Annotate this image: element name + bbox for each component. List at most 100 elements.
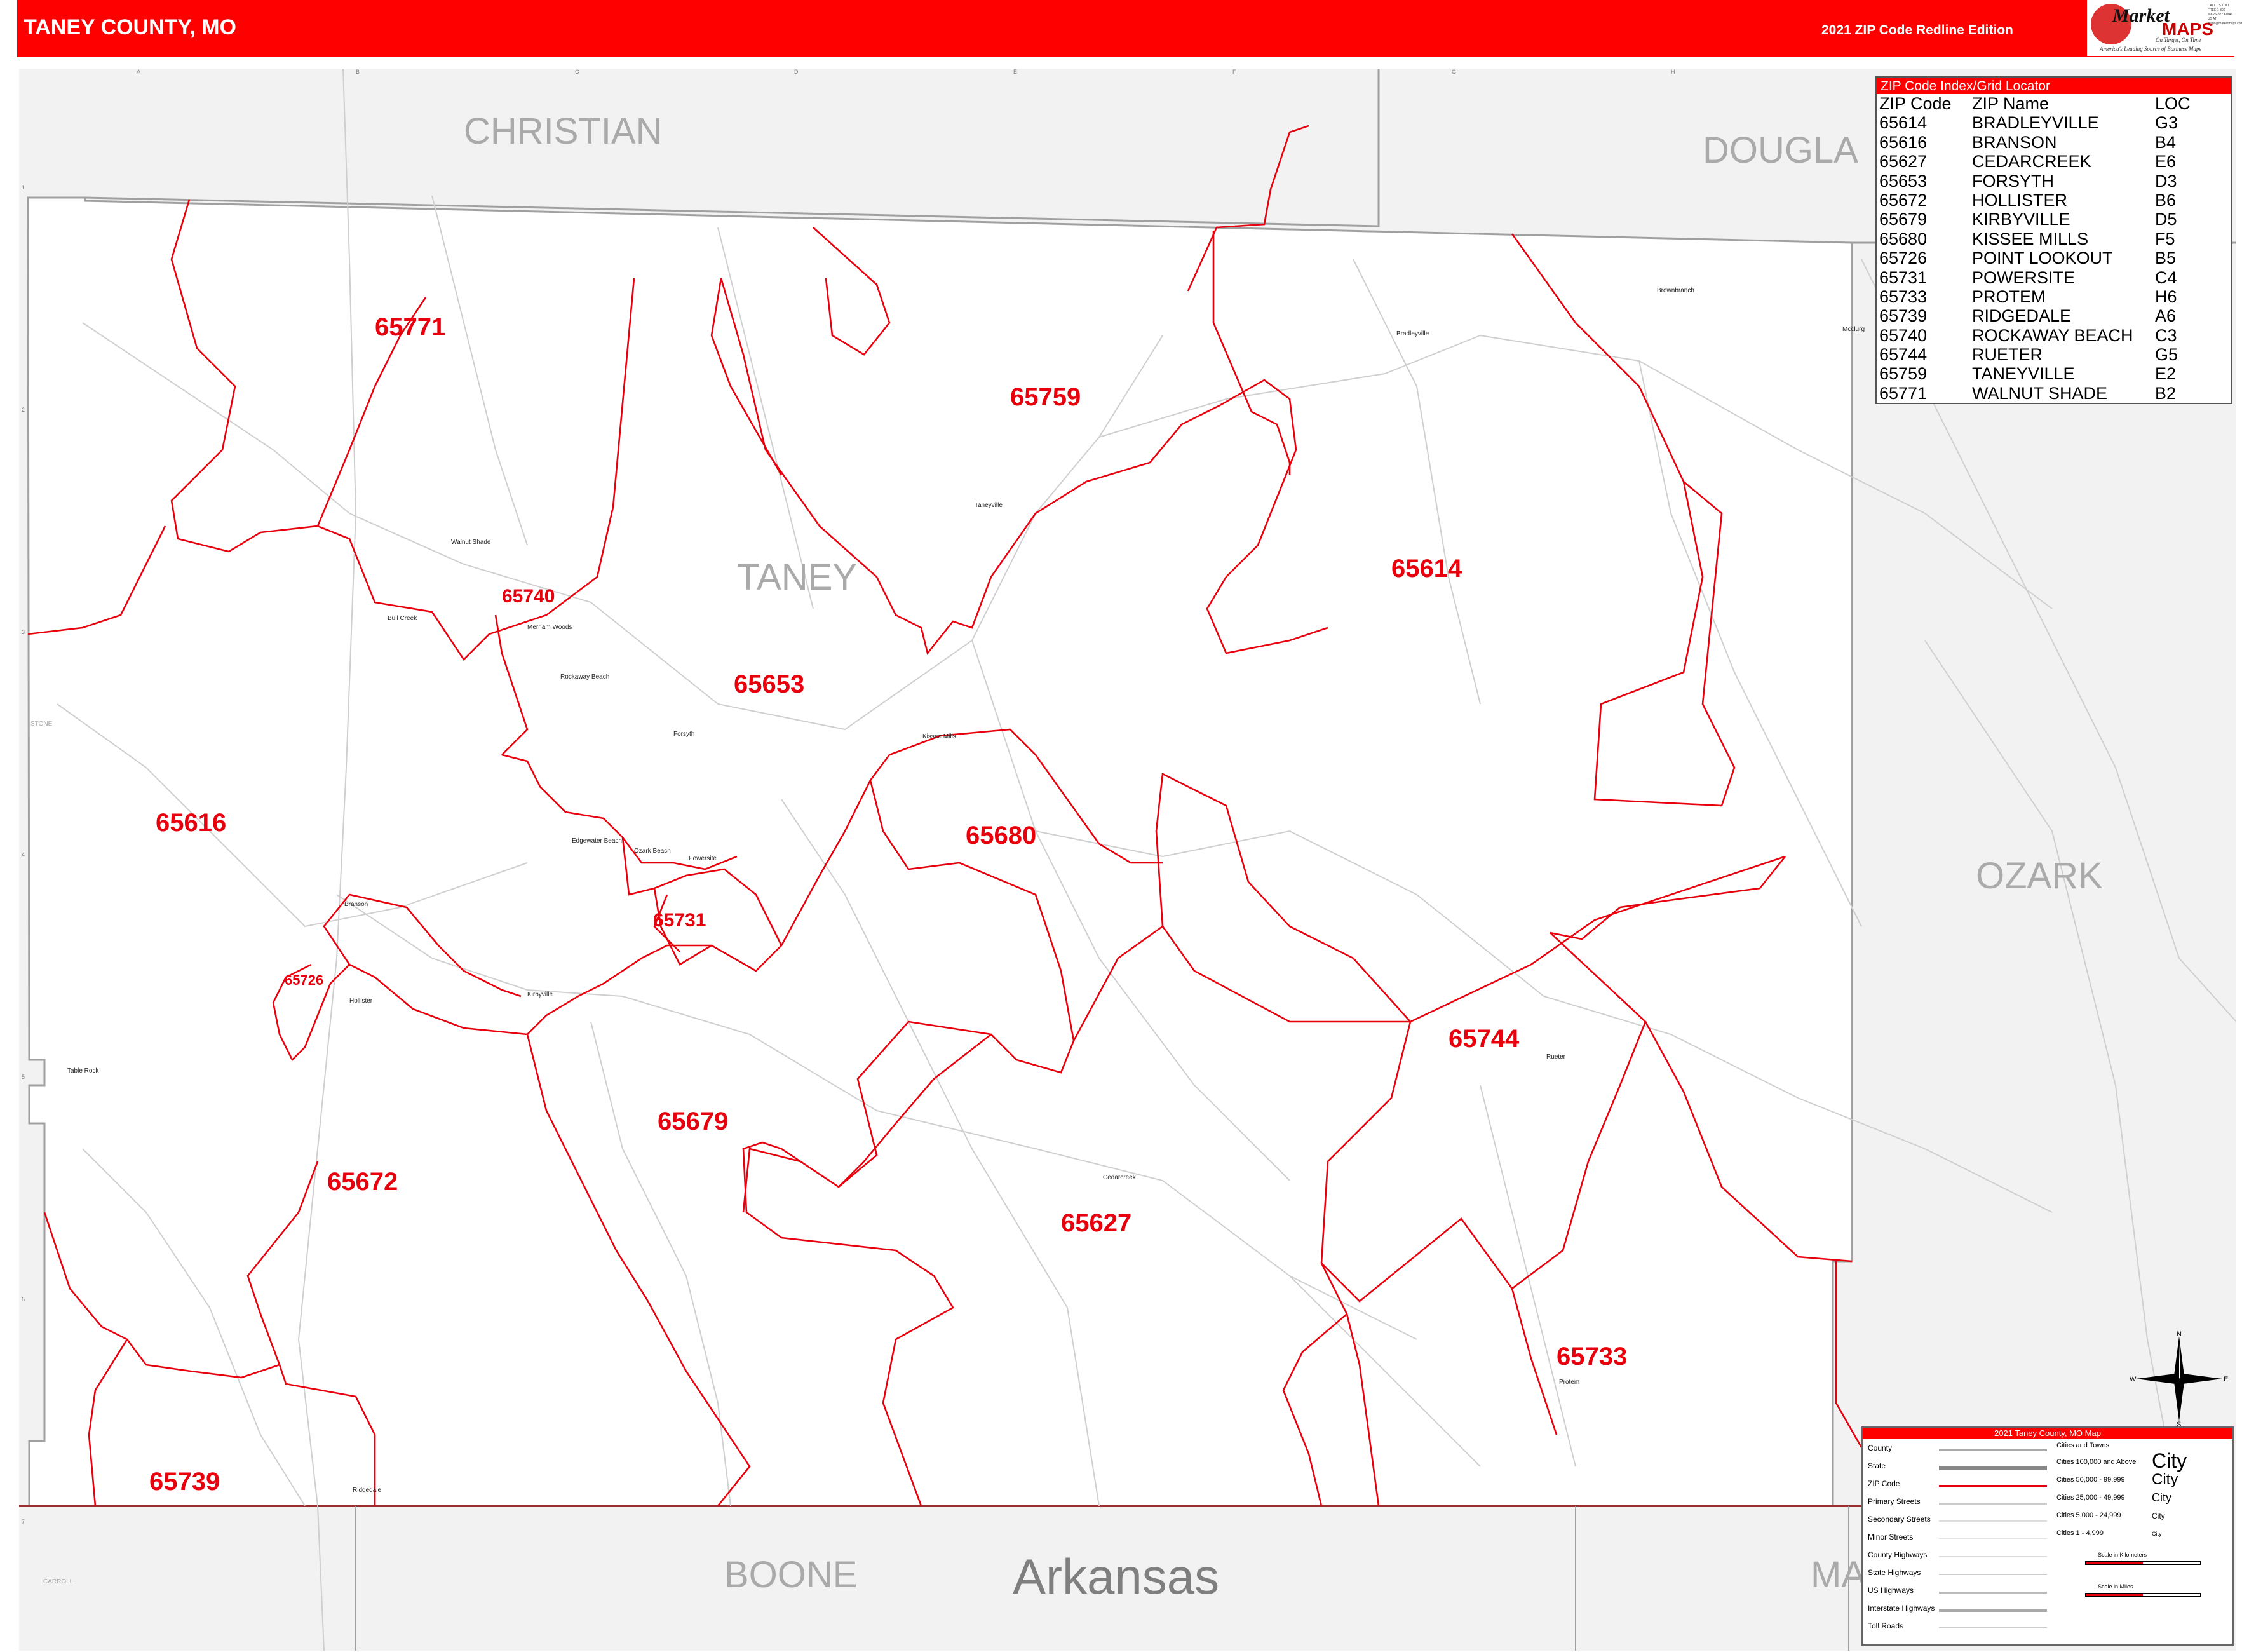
zip-label-65771[interactable]: 65771	[375, 313, 445, 341]
state-label-arkansas: Arkansas	[1013, 1548, 1219, 1604]
zip-code-cell: 65627	[1879, 152, 1928, 172]
town-table-rock: Table Rock	[67, 1067, 99, 1074]
zip-index-row[interactable]: 65680 KISSEE MILLS F5	[1877, 229, 2231, 248]
zip-label-65653[interactable]: 65653	[734, 670, 804, 698]
zip-label-65740[interactable]: 65740	[502, 586, 555, 607]
grid-col-g: G	[1452, 69, 1456, 75]
zip-label-65733[interactable]: 65733	[1557, 1343, 1627, 1371]
county-label-christian: CHRISTIAN	[464, 111, 663, 152]
zip-loc-cell: A6	[2155, 306, 2177, 326]
legend-scale-km: Scale in Kilometers	[2098, 1552, 2147, 1558]
zip-label-65679[interactable]: 65679	[658, 1107, 728, 1135]
zip-label-65744[interactable]: 65744	[1449, 1025, 1520, 1053]
zip-index-row[interactable]: 65771 WALNUT SHADE B2	[1877, 384, 2231, 403]
zip-index-row[interactable]: 65733 PROTEM H6	[1877, 287, 2231, 306]
edition-label: 2021 ZIP Code Redline Edition	[1821, 23, 2013, 37]
zip-label-65614[interactable]: 65614	[1391, 555, 1462, 583]
zip-loc-cell: C3	[2155, 325, 2177, 345]
legend-line-state	[1939, 1466, 2047, 1470]
zip-index-row[interactable]: 65744 RUETER G5	[1877, 345, 2231, 364]
legend-scale-mi: Scale in Miles	[2098, 1583, 2133, 1590]
town-forsyth: Forsyth	[673, 731, 694, 738]
town-hollister: Hollister	[349, 998, 373, 1005]
legend-item-minor: Minor Streets	[1868, 1533, 1914, 1541]
logo-subtagline: America's Leading Source of Business Map…	[2100, 46, 2201, 52]
zip-label-65627[interactable]: 65627	[1061, 1209, 1131, 1237]
zip-code-cell: 65771	[1879, 383, 1928, 403]
zip-index-row[interactable]: 65614 BRADLEYVILLE G3	[1877, 113, 2231, 132]
town-bradleyville: Bradleyville	[1396, 330, 1429, 337]
zip-loc-cell: B6	[2155, 190, 2177, 210]
legend-city-sample-1: City	[2152, 1449, 2187, 1472]
town-ozark-beach: Ozark Beach	[634, 848, 671, 855]
compass-n: N	[2177, 1331, 2182, 1338]
logo-contact: CALL US TOLL FREE 1-800-MAPS-877 EMAIL U…	[2208, 4, 2242, 25]
zip-code-cell: 65653	[1879, 171, 1928, 191]
zip-name-cell: PROTEM	[1972, 287, 2046, 306]
zip-name-cell: FORSYTH	[1972, 171, 2055, 191]
compass-e: E	[2224, 1376, 2228, 1383]
legend-line-secondary	[1939, 1520, 2047, 1522]
zip-name-cell: POWERSITE	[1972, 267, 2076, 287]
town-cedarcreek: Cedarcreek	[1103, 1174, 1137, 1181]
zip-code-cell: 65731	[1879, 267, 1928, 287]
zip-name-cell: CEDARCREEK	[1972, 152, 2091, 172]
zip-loc-cell: B4	[2155, 132, 2177, 152]
zip-index-row[interactable]: 65759 TANEYVILLE E2	[1877, 364, 2231, 383]
zip-index-row[interactable]: 65672 HOLLISTER B6	[1877, 191, 2231, 210]
zip-index-col-zip: ZIP Code	[1879, 94, 1952, 113]
zip-index-row[interactable]: 65739 RIDGEDALE A6	[1877, 306, 2231, 325]
zip-index-row[interactable]: 65653 FORSYTH D3	[1877, 172, 2231, 191]
zip-code-cell: 65744	[1879, 345, 1928, 365]
zip-label-65672[interactable]: 65672	[327, 1168, 398, 1196]
grid-col-a: A	[137, 69, 140, 75]
zip-code-cell: 65759	[1879, 364, 1928, 384]
legend-cities-heading: Cities and Towns	[2056, 1442, 2109, 1449]
zip-index-row[interactable]: 65679 KIRBYVILLE D5	[1877, 210, 2231, 229]
zip-name-cell: RIDGEDALE	[1972, 306, 2072, 326]
grid-col-c: C	[575, 69, 579, 75]
market-maps-logo[interactable]: Market MAPS On Target, On Time America's…	[2087, 0, 2242, 56]
zip-index-table: ZIP Code Index/Grid Locator ZIP Code ZIP…	[1875, 76, 2232, 404]
zip-loc-cell: D3	[2155, 171, 2177, 191]
legend-city-sample-4: City	[2152, 1512, 2165, 1520]
zip-label-65759[interactable]: 65759	[1010, 383, 1081, 411]
zip-code-cell: 65733	[1879, 287, 1928, 306]
zip-label-65616[interactable]: 65616	[156, 809, 226, 837]
zip-name-cell: ROCKAWAY BEACH	[1972, 325, 2133, 345]
zip-index-row[interactable]: 65726 POINT LOOKOUT B5	[1877, 248, 2231, 267]
zip-code-cell: 65739	[1879, 306, 1928, 326]
zip-code-cell: 65614	[1879, 113, 1928, 133]
town-protem: Protem	[1559, 1379, 1579, 1386]
legend-line-zip	[1939, 1485, 2047, 1487]
town-brownbranch: Brownbranch	[1657, 287, 1694, 294]
zip-name-cell: POINT LOOKOUT	[1972, 248, 2113, 268]
zip-index-row[interactable]: 65740 ROCKAWAY BEACH C3	[1877, 326, 2231, 345]
logo-tagline: On Target, On Time	[2156, 37, 2201, 43]
town-taneyville: Taneyville	[975, 502, 1003, 509]
legend-item-us-hwy: US Highways	[1868, 1586, 1914, 1595]
zip-label-65739[interactable]: 65739	[149, 1468, 220, 1496]
town-bull-creek: Bull Creek	[388, 615, 417, 622]
grid-row-1: 1	[22, 184, 25, 191]
legend-line-interstate	[1939, 1609, 2047, 1612]
zip-loc-cell: D5	[2155, 210, 2177, 229]
legend-line-toll	[1939, 1627, 2047, 1628]
county-label-stone: STONE	[30, 721, 53, 728]
grid-row-6: 6	[22, 1296, 25, 1303]
zip-label-65731[interactable]: 65731	[653, 910, 706, 931]
legend-city-sample-5: City	[2152, 1531, 2162, 1537]
zip-label-65680[interactable]: 65680	[966, 822, 1036, 850]
legend-title: 2021 Taney County, MO Map	[1863, 1428, 2232, 1439]
zip-label-65726[interactable]: 65726	[285, 972, 323, 988]
zip-index-row[interactable]: 65627 CEDARCREEK E6	[1877, 152, 2231, 171]
grid-col-b: B	[356, 69, 360, 75]
legend-line-county-hwy	[1939, 1556, 2047, 1557]
zip-index-col-loc: LOC	[2155, 94, 2191, 113]
compass-s: S	[2177, 1421, 2181, 1426]
grid-row-2: 2	[22, 407, 25, 413]
zip-index-row[interactable]: 65616 BRANSON B4	[1877, 133, 2231, 152]
zip-index-row[interactable]: 65731 POWERSITE C4	[1877, 268, 2231, 287]
zip-name-cell: WALNUT SHADE	[1972, 383, 2108, 403]
zip-code-cell: 65616	[1879, 132, 1928, 152]
